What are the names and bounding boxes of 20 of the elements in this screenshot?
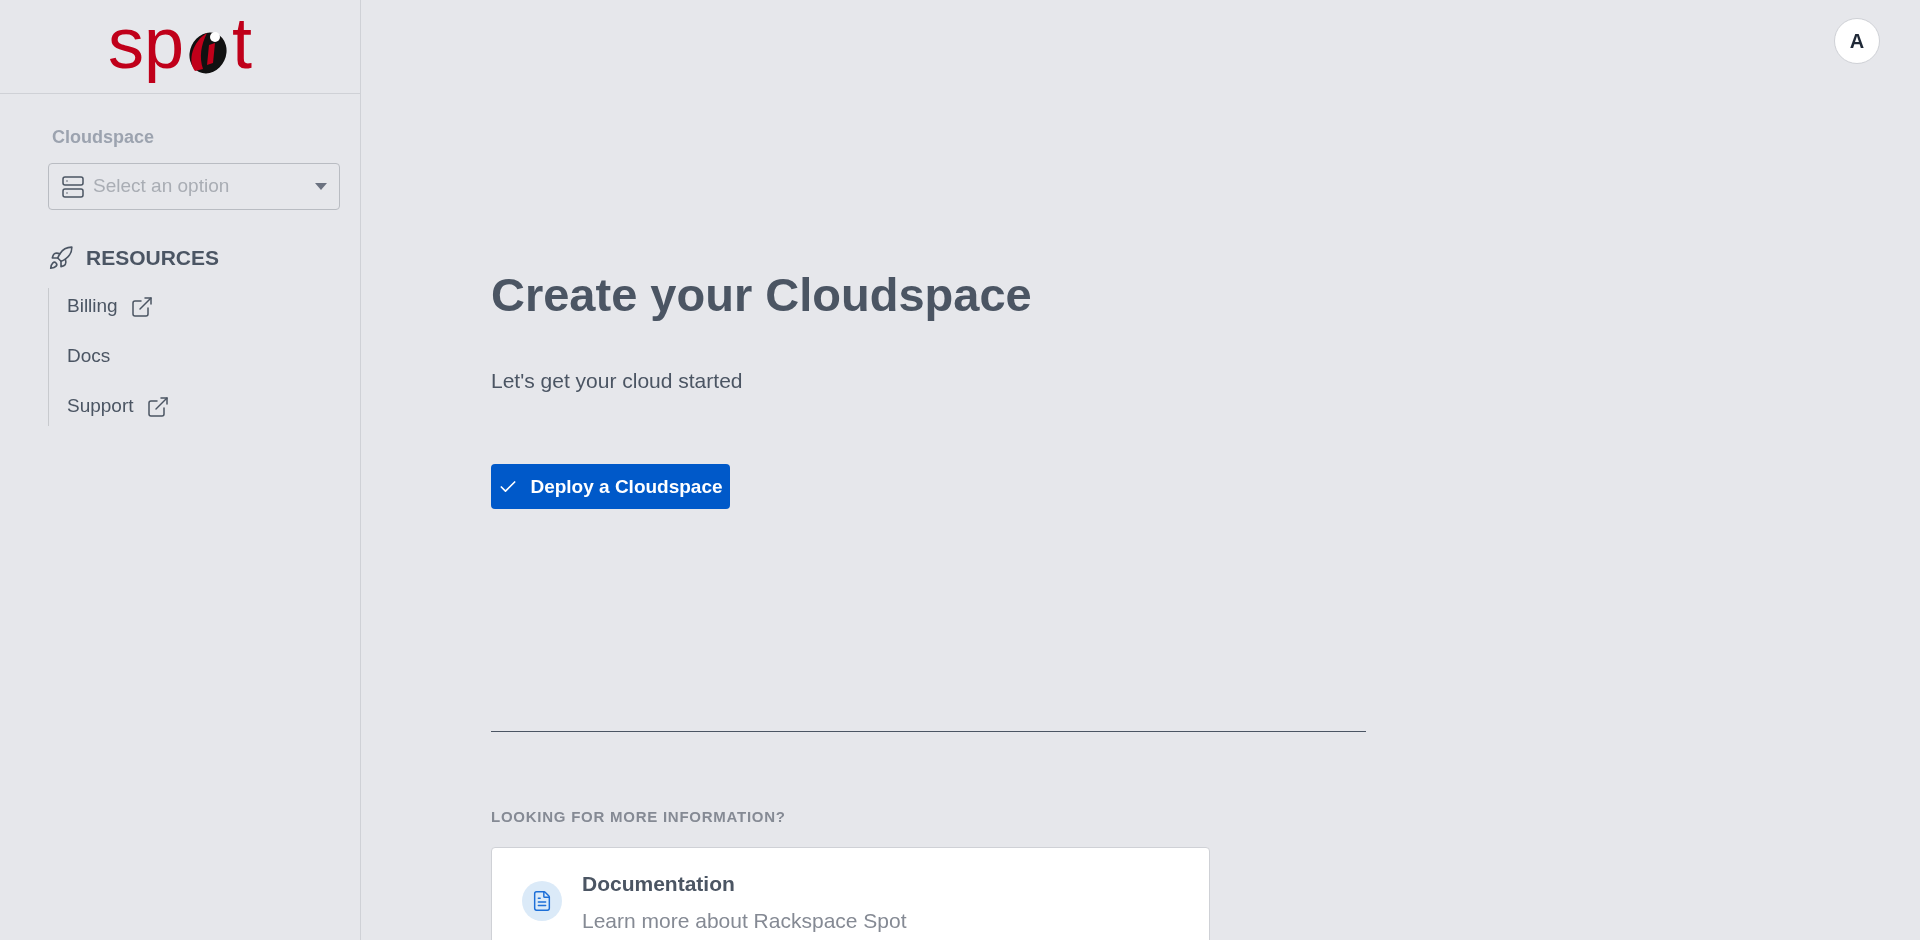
spot-logo[interactable]: sp t xyxy=(107,6,253,87)
section-heading: LOOKING FOR MORE INFORMATION? xyxy=(491,807,787,828)
card-description: Learn more about Rackspace Spot xyxy=(582,908,907,935)
rocket-icon xyxy=(48,244,74,271)
avatar[interactable]: A xyxy=(1834,18,1880,64)
field-label: Cloudspace xyxy=(52,126,156,149)
page-subtitle: Let's get your cloud started xyxy=(491,367,744,394)
section-title: RESOURCES xyxy=(86,245,220,271)
deploy-button[interactable]: Deploy a Cloudspace xyxy=(491,464,730,510)
external-link-icon xyxy=(129,294,154,319)
sidebar-link[interactable]: Docs xyxy=(67,341,312,372)
sidebar-link[interactable]: Billing xyxy=(67,291,312,322)
server-icon xyxy=(61,174,85,199)
sidebar-link[interactable]: Support xyxy=(67,391,312,422)
external-link-icon xyxy=(145,394,170,419)
caret-icon xyxy=(315,183,327,190)
page-title: Create your Cloudspace xyxy=(491,267,1033,323)
document-icon xyxy=(522,880,562,921)
card-title: Documentation xyxy=(582,870,736,897)
info-card[interactable]: Documentation Learn more about Rackspace Spot xyxy=(491,846,1210,940)
